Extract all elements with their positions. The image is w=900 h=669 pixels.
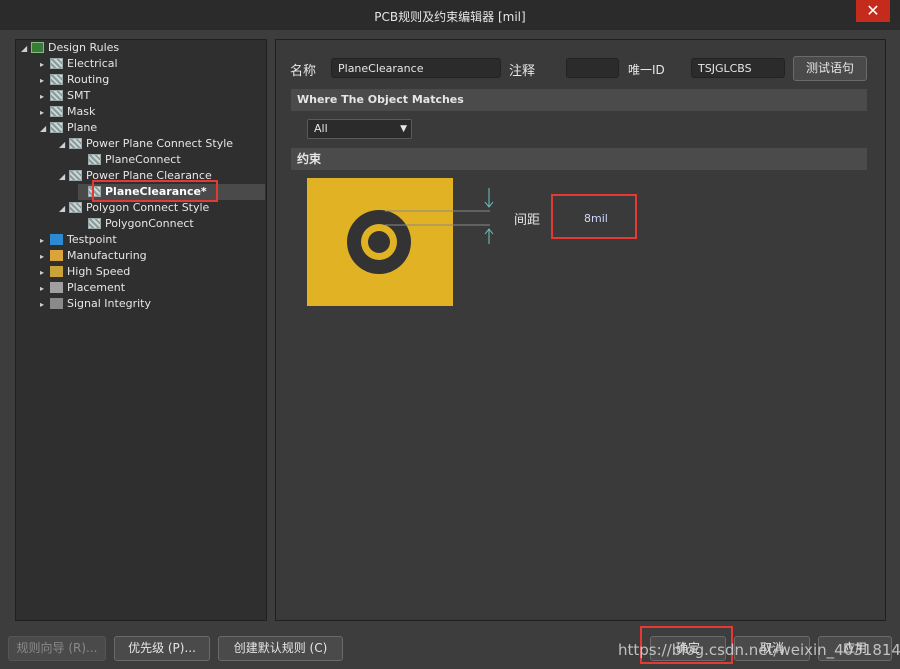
design-rules-icon — [31, 42, 44, 53]
rule-wizard-button[interactable]: 规则向导 (R)... — [8, 636, 106, 661]
tree-item-design-rules[interactable]: ◢ Design Rules — [21, 40, 119, 56]
window-title: PCB规则及约束编辑器 [mil] — [374, 10, 526, 24]
priority-button[interactable]: 优先级 (P)... — [114, 636, 210, 661]
expand-arrow-icon[interactable]: ▸ — [40, 89, 50, 105]
expand-arrow-icon[interactable]: ◢ — [40, 121, 50, 137]
tree-item-label: Mask — [67, 105, 96, 118]
constraints-section-header: 约束 — [291, 148, 867, 170]
tree-item-power-plane-connect-style[interactable]: ◢ Power Plane Connect Style — [59, 136, 233, 152]
tree-item-label: Manufacturing — [67, 249, 147, 262]
rule-category-icon — [50, 122, 63, 133]
test-query-button[interactable]: 测试语句 — [793, 56, 867, 81]
where-dropdown-value: All — [314, 122, 328, 135]
tree-item-label: SMT — [67, 89, 91, 102]
tree-item-label: Design Rules — [48, 41, 120, 54]
expand-arrow-icon[interactable]: ◢ — [59, 169, 69, 185]
rule-category-icon — [88, 218, 101, 229]
rule-category-icon — [50, 106, 63, 117]
rule-category-icon — [50, 90, 63, 101]
tree-item-polygonconnect[interactable]: PolygonConnect — [78, 216, 194, 232]
rule-category-icon — [69, 202, 82, 213]
tree-item-label: Electrical — [67, 57, 118, 70]
close-icon[interactable]: ✕ — [856, 0, 890, 22]
tree-item-label: Polygon Connect Style — [86, 201, 210, 214]
comment-field[interactable] — [566, 58, 619, 78]
unique-id-label: 唯一ID — [628, 63, 665, 77]
expand-arrow-icon[interactable]: ◢ — [59, 201, 69, 217]
tree-item-testpoint[interactable]: ▸ Testpoint — [40, 232, 117, 248]
plane-clearance-diagram — [307, 178, 494, 306]
tree-item-label: PolygonConnect — [105, 217, 194, 230]
rule-category-icon — [88, 154, 101, 165]
tree-item-high-speed[interactable]: ▸ High Speed — [40, 264, 130, 280]
expand-arrow-icon[interactable]: ▸ — [40, 233, 50, 249]
name-label: 名称 — [290, 64, 317, 79]
tree-item-routing[interactable]: ▸ Routing — [40, 72, 109, 88]
expand-arrow-icon[interactable]: ▸ — [40, 281, 50, 297]
where-dropdown[interactable]: All ▼ — [307, 119, 412, 139]
watermark-text: https://blog.csdn.net/weixin_40318143 — [618, 641, 900, 659]
rule-category-icon — [50, 74, 63, 85]
comment-label: 注释 — [509, 64, 536, 79]
rule-category-icon — [50, 282, 63, 293]
pad-hole — [368, 231, 390, 253]
expand-arrow-icon[interactable]: ▸ — [40, 297, 50, 313]
rule-category-icon — [69, 170, 82, 181]
expand-arrow-icon[interactable]: ◢ — [59, 137, 69, 153]
expand-arrow-icon[interactable]: ▸ — [40, 105, 50, 121]
spacing-value-field[interactable]: 8mil — [584, 212, 608, 225]
rule-category-icon — [50, 234, 63, 245]
tree-item-mask[interactable]: ▸ Mask — [40, 104, 95, 120]
create-default-rules-button[interactable]: 创建默认规则 (C) — [218, 636, 343, 661]
tree-item-polygon-connect-style[interactable]: ◢ Polygon Connect Style — [59, 200, 209, 216]
tree-item-label: Placement — [67, 281, 126, 294]
rule-category-icon — [69, 138, 82, 149]
tree-item-manufacturing[interactable]: ▸ Manufacturing — [40, 248, 147, 264]
tree-item-label: Signal Integrity — [67, 297, 151, 310]
arrow-up-icon — [484, 228, 494, 244]
tree-item-label: Testpoint — [67, 233, 117, 246]
tree-item-electrical[interactable]: ▸ Electrical — [40, 56, 118, 72]
spacing-label: 间距 — [514, 213, 541, 228]
chevron-down-icon: ▼ — [400, 124, 407, 134]
name-field[interactable]: PlaneClearance — [331, 58, 501, 78]
rule-category-icon — [50, 266, 63, 277]
tree-item-plane[interactable]: ◢ Plane — [40, 120, 97, 136]
rule-category-icon — [50, 298, 63, 309]
tree-item-label: High Speed — [67, 265, 131, 278]
rule-category-icon — [50, 58, 63, 69]
expand-arrow-icon[interactable]: ▸ — [40, 73, 50, 89]
tree-item-placement[interactable]: ▸ Placement — [40, 280, 125, 296]
close-button[interactable]: ✕ — [856, 0, 890, 22]
expand-arrow-icon[interactable]: ▸ — [40, 57, 50, 73]
tree-item-label: Routing — [67, 73, 110, 86]
title-bar: PCB规则及约束编辑器 [mil] ✕ — [0, 0, 900, 30]
where-section-header: Where The Object Matches — [291, 89, 867, 111]
tree-item-smt[interactable]: ▸ SMT — [40, 88, 90, 104]
unique-id-field[interactable]: TSJGLCBS — [691, 58, 785, 78]
expand-arrow-icon[interactable]: ◢ — [21, 41, 31, 57]
expand-arrow-icon[interactable]: ▸ — [40, 249, 50, 265]
rule-category-icon — [50, 250, 63, 261]
tree-item-signal-integrity[interactable]: ▸ Signal Integrity — [40, 296, 151, 312]
arrow-down-icon — [484, 188, 494, 208]
highlight-box-tree-selection — [92, 180, 218, 202]
tree-item-label: Plane — [67, 121, 98, 134]
tree-item-label: PlaneConnect — [105, 153, 181, 166]
expand-arrow-icon[interactable]: ▸ — [40, 265, 50, 281]
tree-item-label: Power Plane Connect Style — [86, 137, 234, 150]
tree-item-planeconnect[interactable]: PlaneConnect — [78, 152, 181, 168]
